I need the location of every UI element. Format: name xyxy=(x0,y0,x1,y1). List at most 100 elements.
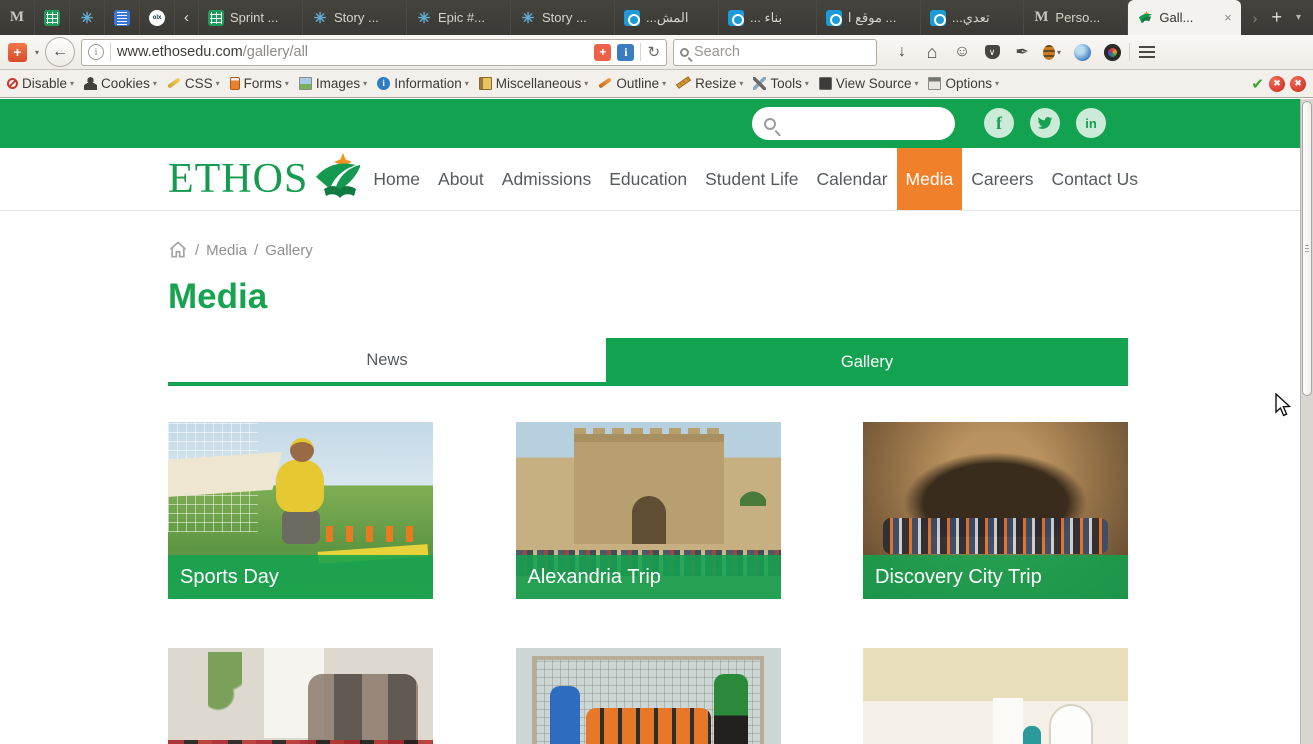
tab-gallery[interactable]: Gallery xyxy=(606,338,1128,386)
gallery-card[interactable] xyxy=(515,648,781,744)
devbar-menu-resize[interactable]: Resize ▾ xyxy=(673,76,750,91)
browser-tab[interactable]: موقع ا ... xyxy=(817,0,921,35)
menu-hamburger-icon[interactable] xyxy=(1134,39,1160,65)
nav-item-education[interactable]: Education xyxy=(600,148,696,210)
nav-item-careers[interactable]: Careers xyxy=(962,148,1042,210)
addon-plus-button[interactable]: + xyxy=(8,42,27,62)
tab-scroll-right-button[interactable]: › xyxy=(1247,10,1264,26)
devbar-menu-cookies[interactable]: Cookies ▾ xyxy=(81,76,164,91)
browser-tab[interactable]: M Perso... xyxy=(1024,0,1129,35)
breadcrumb-item-gallery[interactable]: Gallery xyxy=(265,242,313,259)
new-tab-button[interactable]: + xyxy=(1265,7,1288,28)
breadcrumb-item-media[interactable]: Media xyxy=(206,242,247,259)
ethos-logo[interactable]: ETHOS xyxy=(168,148,364,210)
browser-tab[interactable]: Sprint ... xyxy=(199,0,303,35)
site-info-icon[interactable]: i xyxy=(88,44,105,60)
nav-item-student-life[interactable]: Student Life xyxy=(696,148,807,210)
facebook-icon[interactable]: f xyxy=(984,108,1014,138)
home-icon[interactable] xyxy=(168,240,188,260)
nav-item-media[interactable]: Media xyxy=(896,148,963,210)
home-icon[interactable]: ⌂ xyxy=(919,39,945,65)
devbar-menu-information[interactable]: i Information ▾ xyxy=(374,76,476,91)
photo-detail xyxy=(549,686,580,744)
gallery-card-sports-day[interactable]: Sports Day xyxy=(168,422,433,599)
browser-search-bar[interactable] xyxy=(673,38,878,66)
linkedin-icon[interactable]: in xyxy=(1076,108,1106,138)
pinned-tab[interactable]: ✳ xyxy=(70,0,105,35)
medium-m-icon: M xyxy=(9,9,25,25)
devbar-menu-view-source[interactable]: View Source ▾ xyxy=(816,76,926,91)
devbar-menu-miscellaneous[interactable]: Miscellaneous ▾ xyxy=(476,76,596,91)
browser-tab[interactable]: ...تعدي xyxy=(921,0,1025,35)
color-wheel-glyph xyxy=(1103,43,1121,61)
devbar-menu-options[interactable]: Options ▾ xyxy=(925,76,1006,91)
feedback-smiley-icon[interactable]: ☺ xyxy=(949,39,975,65)
chevron-down-icon: ▾ xyxy=(284,79,289,88)
addon-badge-blue-icon[interactable]: i xyxy=(617,43,635,61)
vertical-scrollbar[interactable] xyxy=(1300,99,1313,744)
nav-item-about[interactable]: About xyxy=(429,148,493,210)
devbar-menu-tools[interactable]: Tools ▾ xyxy=(750,76,816,91)
browser-tab[interactable]: ...المش xyxy=(615,0,719,35)
browser-tab-active[interactable]: Gall... × xyxy=(1128,0,1241,35)
reload-icon[interactable]: ↻ xyxy=(647,43,660,61)
pinned-tab[interactable] xyxy=(35,0,70,35)
mostaql-icon xyxy=(728,9,744,26)
tab-news[interactable]: News xyxy=(168,338,606,386)
devbar-menu-images[interactable]: Images ▾ xyxy=(296,76,374,91)
site-search-input[interactable] xyxy=(784,115,965,132)
scrollbar-thumb[interactable] xyxy=(1302,101,1312,396)
photo-detail xyxy=(326,526,426,542)
devbar-menu-forms[interactable]: Forms ▾ xyxy=(227,76,296,91)
photo-detail xyxy=(1023,726,1041,744)
firebug-icon[interactable]: ▾ xyxy=(1039,39,1065,65)
url-bar[interactable]: i www.ethosedu.com/gallery/all + i ↻ xyxy=(81,38,668,66)
all-tabs-dropdown-icon[interactable]: ▾ xyxy=(1290,12,1307,23)
tab-scroll-left-button[interactable]: ‹ xyxy=(175,0,199,35)
pinned-tab[interactable] xyxy=(105,0,140,35)
site-search-box[interactable] xyxy=(752,107,965,140)
browser-tab[interactable]: ✳ Epic #... xyxy=(407,0,511,35)
pocket-icon[interactable]: ∨ xyxy=(979,39,1005,65)
tab-close-icon[interactable]: × xyxy=(1224,10,1232,25)
menu-label: Resize xyxy=(695,76,737,91)
browser-window: M ✳ olx ‹ Sprint ... ✳ Story ... ✳ Epic … xyxy=(0,0,1313,744)
addon-dropdown-icon[interactable]: ▾ xyxy=(35,48,39,57)
tools-icon xyxy=(753,77,767,90)
browser-tab[interactable]: ... بناء xyxy=(719,0,817,35)
addon-badge-icon[interactable]: + xyxy=(594,43,612,61)
nav-item-contact-us[interactable]: Contact Us xyxy=(1042,148,1147,210)
devbar-menu-disable[interactable]: Disable ▾ xyxy=(4,76,81,91)
browser-navigation-toolbar: + ▾ ← i www.ethosedu.com/gallery/all + i… xyxy=(0,35,1313,70)
tab-label: ... بناء xyxy=(750,9,783,25)
breadcrumb-separator: / xyxy=(195,241,200,259)
nav-item-admissions[interactable]: Admissions xyxy=(493,148,600,210)
gallery-card-alexandria-trip[interactable]: Alexandria Trip xyxy=(515,422,781,599)
nav-item-home[interactable]: Home xyxy=(364,148,429,210)
bug-glyph xyxy=(1043,44,1055,60)
browser-tab[interactable]: ✳ Story ... xyxy=(511,0,615,35)
browser-tab[interactable]: ✳ Story ... xyxy=(303,0,407,35)
nav-item-calendar[interactable]: Calendar xyxy=(808,148,897,210)
gallery-card-discovery-city-trip[interactable]: Discovery City Trip xyxy=(863,422,1128,599)
tab-label: Story ... xyxy=(334,10,379,25)
page-content: / Media / Gallery Media News Gallery Spo… xyxy=(0,240,1300,744)
pinned-tab[interactable]: olx xyxy=(140,0,175,35)
close-icon[interactable]: ✖ xyxy=(1269,75,1285,92)
browser-search-input[interactable] xyxy=(694,44,871,60)
eyedropper-icon[interactable]: ✒ xyxy=(1009,39,1035,65)
colorzilla-icon[interactable] xyxy=(1099,39,1125,65)
video-downloadhelper-icon[interactable] xyxy=(1069,39,1095,65)
back-button[interactable]: ← xyxy=(45,37,76,67)
devbar-menu-outline[interactable]: Outline ▾ xyxy=(595,76,673,91)
mostaql-icon xyxy=(929,9,946,26)
assembly-hall-photo xyxy=(863,648,1128,744)
downloads-icon[interactable]: ↓ xyxy=(889,39,915,65)
gallery-card[interactable] xyxy=(168,648,433,744)
twitter-icon[interactable] xyxy=(1030,108,1060,138)
menu-label: Cookies xyxy=(101,76,150,91)
pinned-tab[interactable]: M xyxy=(0,0,35,35)
gallery-card[interactable] xyxy=(863,648,1128,744)
devbar-menu-css[interactable]: CSS ▾ xyxy=(164,76,227,91)
close-icon[interactable]: ✖ xyxy=(1290,75,1306,92)
